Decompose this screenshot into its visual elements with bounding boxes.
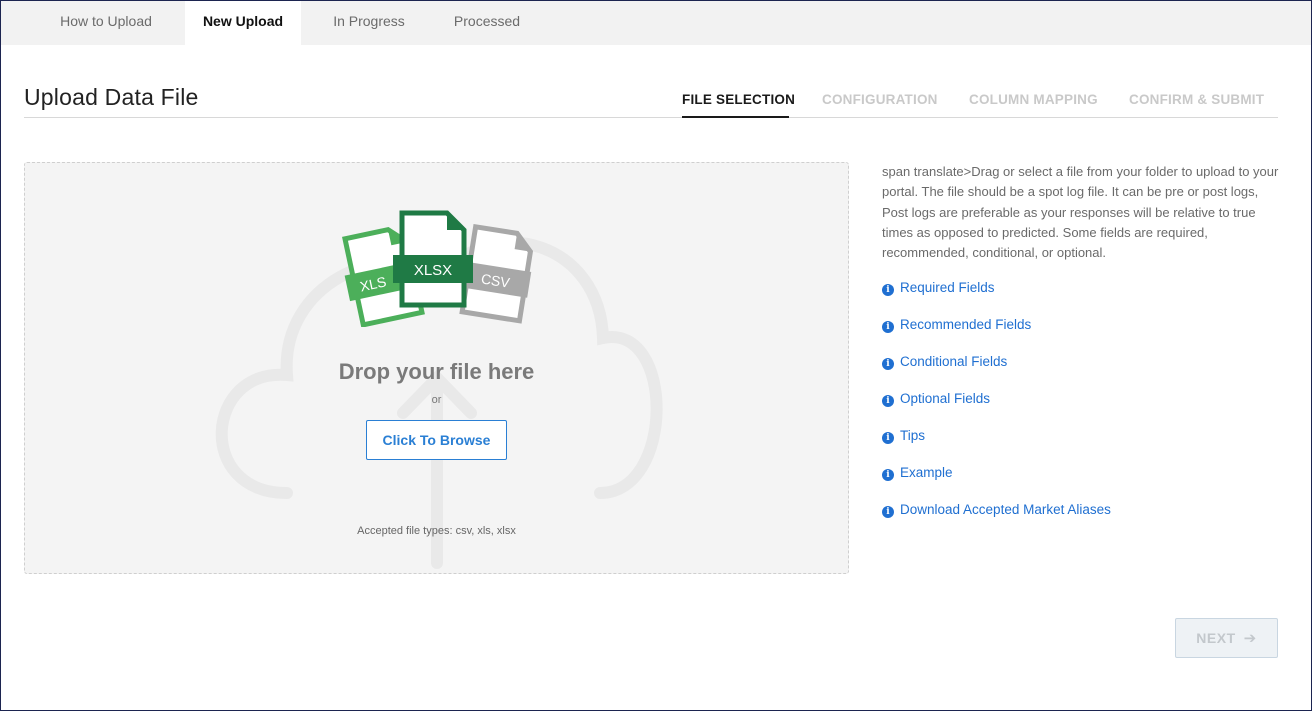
tab-processed[interactable]: Processed [437,1,537,45]
tab-new-upload[interactable]: New Upload [185,1,301,45]
link-download-market-aliases[interactable]: i Download Accepted Market Aliases [882,502,1111,518]
page-title: Upload Data File [24,84,199,110]
info-circle-icon: i [882,284,894,296]
top-tab-bar: How to Upload New Upload In Progress Pro… [1,1,1311,45]
link-required-fields[interactable]: i Required Fields [882,280,995,296]
tab-how-to-upload[interactable]: How to Upload [41,1,171,45]
info-circle-icon: i [882,395,894,407]
link-optional-fields[interactable]: i Optional Fields [882,391,990,407]
step-confirm-submit: CONFIRM & SUBMIT [1129,92,1265,107]
link-conditional-fields[interactable]: i Conditional Fields [882,354,1007,370]
link-label: Example [900,465,953,480]
link-tips[interactable]: i Tips [882,428,925,444]
accepted-file-types: Accepted file types: csv, xls, xlsx [357,525,516,537]
info-circle-icon: i [882,432,894,444]
link-example[interactable]: i Example [882,465,953,481]
link-label: Required Fields [900,280,995,295]
browse-button[interactable]: Click To Browse [366,420,507,460]
drop-title: Drop your file here [338,359,535,384]
step-file-selection[interactable]: FILE SELECTION [682,92,795,107]
link-label: Conditional Fields [900,354,1008,369]
upload-description: span translate>Drag or select a file fro… [882,164,1279,261]
link-label: Download Accepted Market Aliases [900,502,1111,517]
link-label: Recommended Fields [900,317,1032,332]
link-recommended-fields[interactable]: i Recommended Fields [882,317,1031,333]
link-label: Tips [900,428,926,443]
next-label: NEXT [1196,630,1236,646]
active-step-indicator [682,116,789,118]
tab-in-progress[interactable]: In Progress [315,1,423,45]
info-circle-icon: i [882,321,894,333]
info-circle-icon: i [882,358,894,370]
info-circle-icon: i [882,506,894,518]
step-configuration: CONFIGURATION [822,92,938,107]
link-label: Optional Fields [900,391,991,406]
arrow-right-icon: ➔ [1243,630,1257,647]
file-types-icon: CSV XLS XLSX [342,210,534,327]
file-drop-zone[interactable]: CSV XLS XLSX Drop your file here or Clic… [24,162,849,574]
drop-or-text: or [431,394,442,406]
xlsx-label: XLSX [414,262,452,279]
next-button[interactable]: NEXT ➔ [1175,618,1278,658]
step-column-mapping: COLUMN MAPPING [969,92,1098,107]
header-divider [24,117,1278,118]
info-circle-icon: i [882,469,894,481]
